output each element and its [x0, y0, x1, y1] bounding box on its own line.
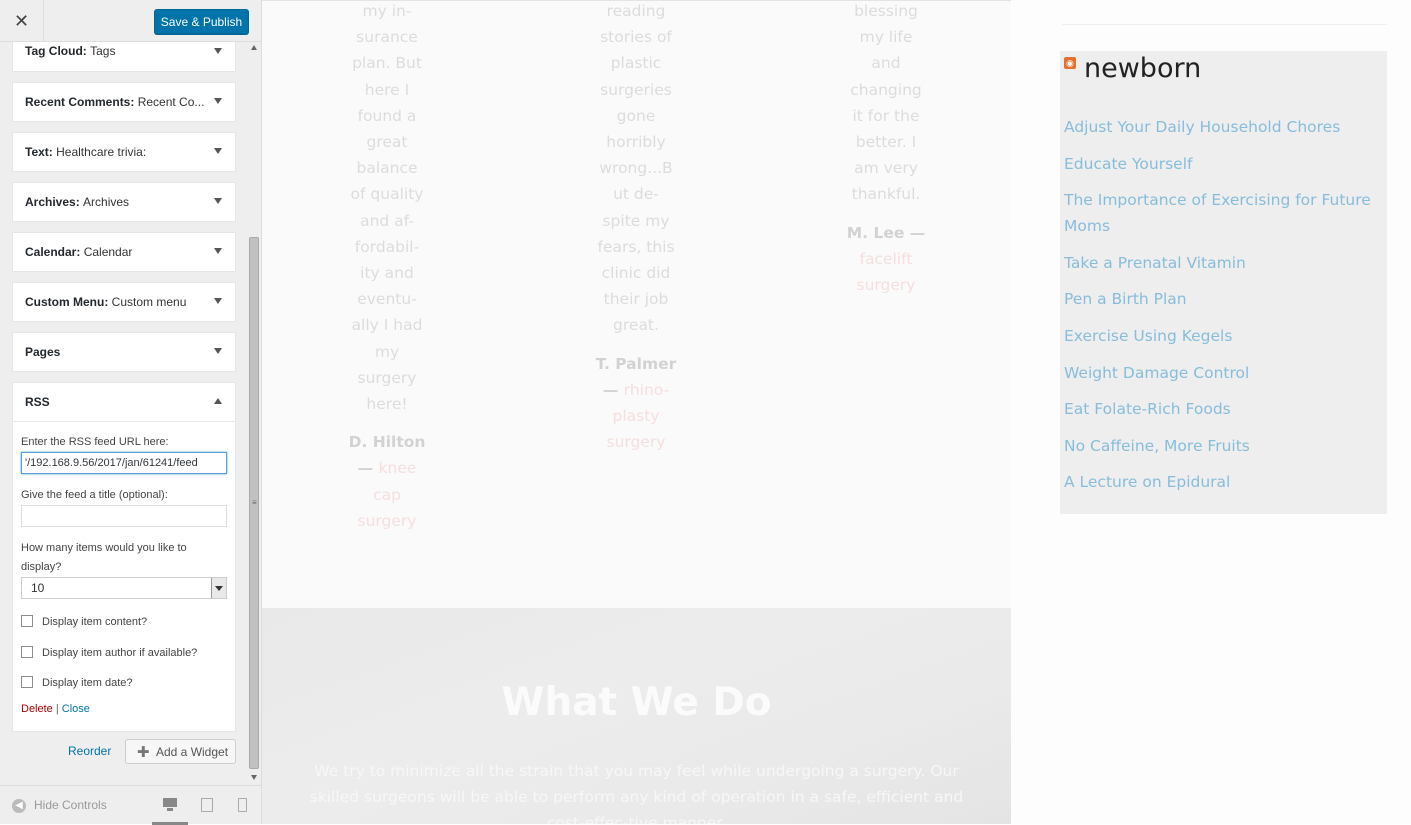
what-we-do-section: What We Do We try to minimize all the st… — [262, 608, 1011, 824]
collapse-icon: ◀ — [12, 798, 26, 813]
rss-url-label: Enter the RSS feed URL here: — [21, 436, 169, 448]
widget-rss-header[interactable]: RSS — [13, 383, 235, 422]
delete-link[interactable]: Delete — [21, 703, 53, 715]
add-widget-button[interactable]: ✚ Add a Widget — [125, 739, 236, 764]
scroll-up-icon[interactable] — [251, 45, 257, 50]
widget-title: Text: Healthcare trivia: — [25, 145, 147, 159]
rss-url-input[interactable]: '/192.168.9.56/2017/jan/61241/feed — [21, 452, 227, 474]
testimonial-quote: reading stories of plastic surgeries gon… — [597, 2, 675, 335]
chevron-down-icon[interactable] — [214, 148, 222, 154]
widget-list: Tag Cloud: Tags Recent Comments: Recent … — [12, 42, 236, 732]
chevron-down-icon[interactable] — [214, 248, 222, 254]
testimonial-author: M. Lee — facelift surgery — [846, 223, 926, 295]
chevron-down-icon[interactable] — [214, 98, 222, 104]
rss-item-link[interactable]: The Importance of Exercising for Future … — [1064, 187, 1379, 239]
widget-title: Recent Comments: Recent Co... — [25, 95, 205, 109]
customizer-sidebar: ✕ Save & Publish Tag Cloud: Tags Recent … — [0, 0, 262, 825]
customizer-footer: ◀ Hide Controls — [0, 785, 261, 825]
grip-icon: ≡ — [252, 498, 257, 507]
sidebar-header: ✕ Save & Publish — [0, 0, 261, 42]
testimonial-author: D. Hilton — knee cap surgery — [348, 433, 426, 530]
widget-title: Calendar: Calendar — [25, 245, 133, 259]
dropdown-arrow-icon[interactable] — [211, 578, 226, 598]
rss-count-select[interactable]: 10 — [21, 577, 227, 599]
chevron-down-icon[interactable] — [214, 348, 222, 354]
testimonial: reading stories of plastic surgeries gon… — [576, 0, 696, 455]
testimonials-section: my in- surance plan. But here I found a … — [262, 0, 1011, 608]
rss-item-link[interactable]: Take a Prenatal Vitamin — [1064, 250, 1379, 276]
rss-widget-actions: Delete | Close — [21, 703, 90, 715]
section-text: We try to minimize all the strain that y… — [309, 762, 964, 824]
add-widget-label: Add a Widget — [156, 745, 229, 759]
widget-recent-comments[interactable]: Recent Comments: Recent Co... — [12, 82, 236, 122]
widget-title: Archives: Archives — [25, 195, 130, 209]
checkbox[interactable] — [21, 646, 33, 658]
rss-feed-icon[interactable]: ◉ — [1064, 57, 1076, 69]
rss-item-link[interactable]: Eat Folate-Rich Foods — [1064, 396, 1379, 422]
chevron-down-icon[interactable] — [214, 48, 222, 54]
rss-item-link[interactable]: A Lecture on Epidural — [1064, 469, 1379, 495]
rss-title-input[interactable] — [21, 505, 227, 527]
testimonial: my in- surance plan. But here I found a … — [327, 0, 447, 534]
widget-title: Pages — [25, 345, 61, 359]
checkbox-label: Display item author if available? — [42, 647, 198, 659]
save-publish-button[interactable]: Save & Publish — [154, 9, 249, 34]
rss-item-link[interactable]: Adjust Your Daily Household Chores — [1064, 114, 1379, 140]
rss-widget-title[interactable]: newborn — [1084, 53, 1201, 84]
rss-count-value: 10 — [31, 581, 45, 595]
widget-rss: RSS Enter the RSS feed URL here: '/192.1… — [12, 382, 236, 732]
testimonial-quote: my in- surance plan. But here I found a … — [350, 2, 424, 414]
close-link[interactable]: Close — [62, 703, 90, 715]
scroll-down-icon[interactable] — [251, 775, 257, 780]
widget-pages[interactable]: Pages — [12, 332, 236, 372]
testimonial: blessing my life and changing it for the… — [826, 0, 946, 298]
checkbox[interactable] — [21, 615, 33, 627]
rss-item-link[interactable]: Exercise Using Kegels — [1064, 323, 1379, 349]
sidebar-scrollbar[interactable]: ≡ — [248, 42, 261, 785]
widget-title: RSS — [25, 395, 50, 409]
action-separator: | — [55, 703, 59, 715]
chevron-down-icon[interactable] — [214, 298, 222, 304]
testimonial-author: T. Palmer — rhino- plasty surgery — [595, 354, 677, 452]
hide-controls-button[interactable]: ◀ Hide Controls — [12, 798, 107, 813]
widget-text[interactable]: Text: Healthcare trivia: — [12, 132, 236, 172]
widget-calendar[interactable]: Calendar: Calendar — [12, 232, 236, 272]
plus-icon: ✚ — [137, 744, 150, 761]
rss-widget-preview: ◉ newborn Adjust Your Daily Household Ch… — [1060, 51, 1387, 514]
widget-archives[interactable]: Archives: Archives — [12, 182, 236, 222]
rss-item-list: Adjust Your Daily Household Chores Educa… — [1064, 114, 1379, 506]
divider — [1062, 0, 1387, 25]
checkbox-label: Display item content? — [42, 616, 148, 628]
widget-title: Tag Cloud: Tags — [25, 44, 116, 58]
rss-item-link[interactable]: Weight Damage Control — [1064, 360, 1379, 386]
testimonial-procedure-link[interactable]: facelift surgery — [857, 250, 916, 294]
close-customizer-button[interactable]: ✕ — [0, 0, 44, 42]
testimonial-quote: blessing my life and changing it for the… — [850, 2, 922, 204]
rss-item-link[interactable]: No Caffeine, More Fruits — [1064, 433, 1379, 459]
rss-item-link[interactable]: Pen a Birth Plan — [1064, 286, 1379, 312]
mobile-preview-icon[interactable] — [238, 798, 252, 812]
chevron-up-icon[interactable] — [214, 398, 222, 404]
hide-controls-label: Hide Controls — [34, 798, 107, 812]
rss-title-label: Give the feed a title (optional): — [21, 489, 168, 501]
widget-title: Custom Menu: Custom menu — [25, 295, 187, 309]
checkbox-label: Display item date? — [42, 677, 133, 689]
widget-custom-menu[interactable]: Custom Menu: Custom menu — [12, 282, 236, 322]
section-title: What We Do — [501, 680, 772, 725]
tablet-preview-icon[interactable] — [201, 798, 215, 812]
rss-count-label: How many items would you like to display… — [21, 542, 187, 573]
chevron-down-icon[interactable] — [214, 198, 222, 204]
site-preview: my in- surance plan. But here I found a … — [262, 0, 1411, 824]
reorder-link[interactable]: Reorder — [68, 744, 111, 758]
widget-tag-cloud[interactable]: Tag Cloud: Tags — [12, 42, 236, 72]
checkbox[interactable] — [21, 676, 33, 688]
scrollbar-thumb[interactable]: ≡ — [249, 237, 259, 769]
rss-item-link[interactable]: Educate Yourself — [1064, 151, 1379, 177]
desktop-preview-icon[interactable] — [163, 798, 177, 812]
